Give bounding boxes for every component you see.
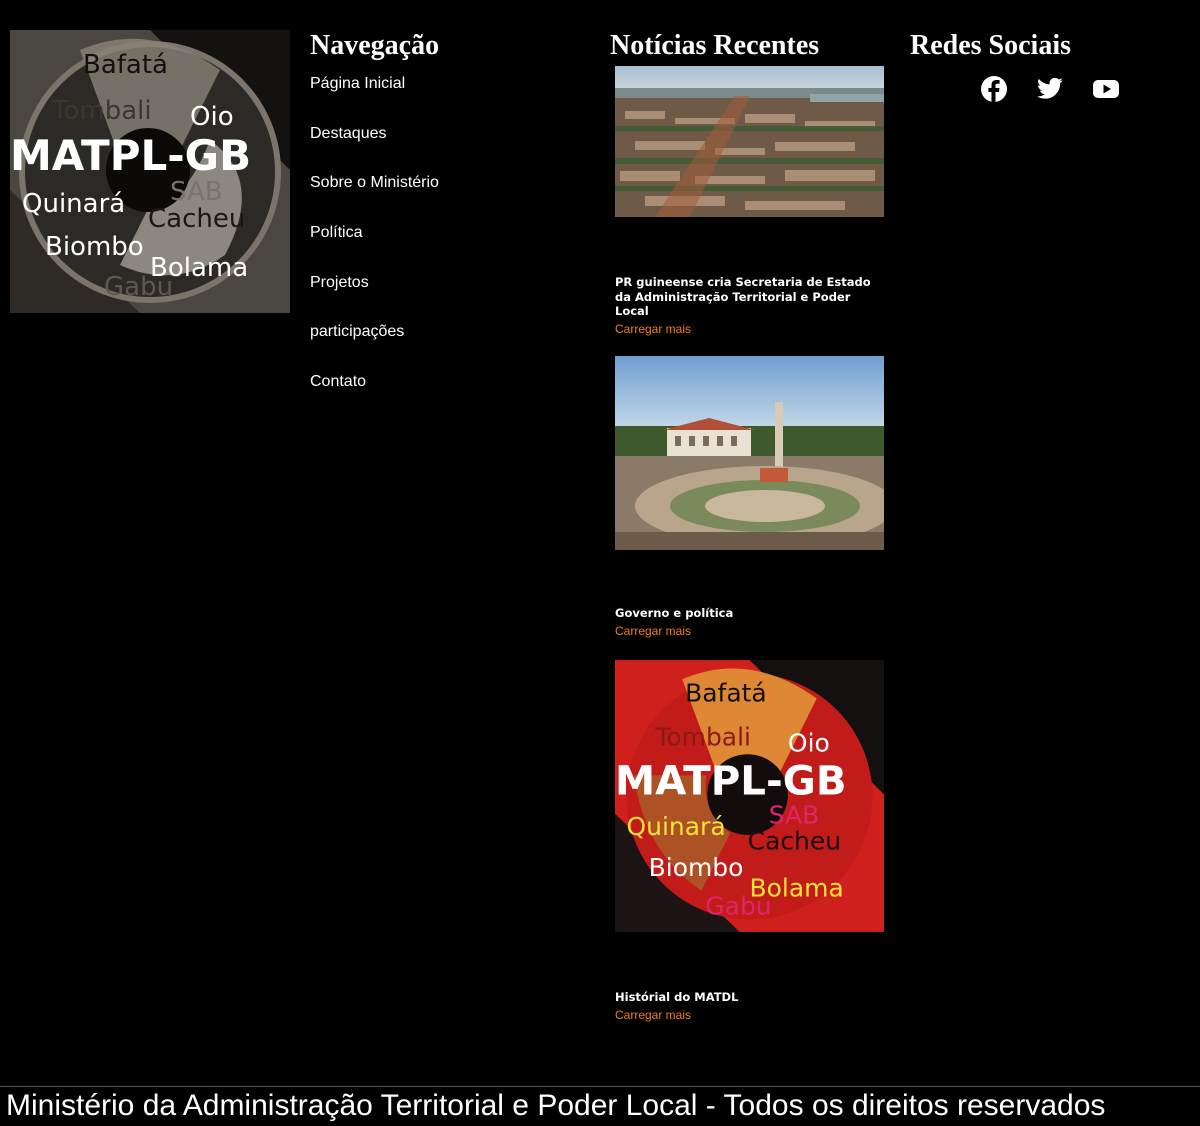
nav-link-destaques[interactable]: Destaques (310, 125, 387, 142)
logo-region-text: Quinará (22, 189, 125, 219)
matpl-gb-logo-image: Bafatá Tombali Oio MATPL-GB SAB Quinará … (10, 30, 290, 313)
nav-item: Política (310, 211, 580, 261)
nav-item: participações (310, 310, 580, 360)
logo-region-text: Quinará (627, 812, 726, 841)
nav-item: Sobre o Ministério (310, 161, 580, 211)
load-more-link[interactable]: Carregar mais (615, 1008, 884, 1022)
nav-item: Página Inicial (310, 62, 580, 112)
social-section: Redes Sociais (910, 30, 1190, 102)
site-logo[interactable]: Bafatá Tombali Oio MATPL-GB SAB Quinará … (10, 30, 290, 313)
news-card: Governo e política Carregar mais (615, 356, 884, 638)
news-title: Histórial do MATDL (615, 990, 739, 1004)
logo-region-text: Biombo (45, 232, 144, 262)
social-icons-row (980, 75, 1120, 103)
logo-brand-text: MATPL-GB (615, 758, 847, 805)
navigation-list: Página Inicial Destaques Sobre o Ministé… (310, 62, 580, 410)
navigation-heading: Navegação (310, 30, 440, 61)
news-title: PR guineense cria Secretaria de Estado d… (615, 275, 871, 318)
footer-copyright: Ministério da Administração Territorial … (6, 1089, 1106, 1122)
logo-region-text: SAB (769, 800, 820, 829)
news-card: PR guineense cria Secretaria de Estado d… (615, 66, 884, 336)
news-image-link[interactable]: Bafatá Tombali Oio MATPL-GB SAB Quinará … (615, 660, 884, 932)
navigation-section: Navegação Página Inicial Destaques Sobre… (310, 30, 580, 410)
logo-region-text: Cacheu (748, 826, 841, 855)
twitter-icon[interactable] (1036, 75, 1064, 103)
logo-region-text: Oio (788, 728, 830, 757)
logo-region-text: Tombali (51, 96, 152, 126)
logo-region-text: Cacheu (148, 204, 245, 234)
logo-region-text: Tombali (654, 723, 751, 752)
logo-region-text: Bafatá (685, 678, 767, 707)
logo-region-text: Gabu (705, 892, 771, 921)
social-heading: Redes Sociais (910, 30, 1071, 61)
youtube-icon[interactable] (1092, 75, 1120, 103)
logo-brand-text: MATPL-GB (10, 131, 251, 180)
logo-region-text: SAB (170, 177, 223, 207)
recent-news-section: Notícias Recentes PR guineense cria Secr… (610, 30, 890, 1022)
logo-region-text: Biombo (649, 853, 744, 882)
nav-link-contato[interactable]: Contato (310, 374, 366, 390)
logo-region-text: Bafatá (83, 50, 168, 80)
facebook-icon[interactable] (980, 75, 1008, 103)
matpl-gb-logo-red: Bafatá Tombali Oio MATPL-GB SAB Quinará … (615, 660, 884, 932)
nav-link-sobre-ministerio[interactable]: Sobre o Ministério (310, 175, 439, 191)
nav-link-politica[interactable]: Política (310, 225, 362, 241)
news-card: Bafatá Tombali Oio MATPL-GB SAB Quinará … (615, 660, 884, 1022)
logo-region-text: Gabu (104, 272, 173, 302)
nav-item: Projetos (310, 261, 580, 311)
news-image-link[interactable] (615, 66, 884, 217)
nav-link-pagina-inicial[interactable]: Página Inicial (310, 76, 405, 92)
nav-link-participacoes[interactable]: participações (310, 324, 404, 340)
news-title: Governo e política (615, 606, 734, 620)
recent-news-heading: Notícias Recentes (610, 30, 820, 61)
nav-item: Contato (310, 360, 580, 410)
news-image-link[interactable] (615, 356, 884, 550)
logo-region-text: Oio (190, 102, 234, 132)
load-more-link[interactable]: Carregar mais (615, 322, 884, 336)
government-palace-square-photo (615, 356, 884, 550)
site-footer: Ministério da Administração Territorial … (0, 1086, 1200, 1126)
aerial-city-photo (615, 66, 884, 217)
load-more-link[interactable]: Carregar mais (615, 624, 884, 638)
nav-item: Destaques (310, 112, 580, 162)
nav-link-projetos[interactable]: Projetos (310, 274, 369, 291)
